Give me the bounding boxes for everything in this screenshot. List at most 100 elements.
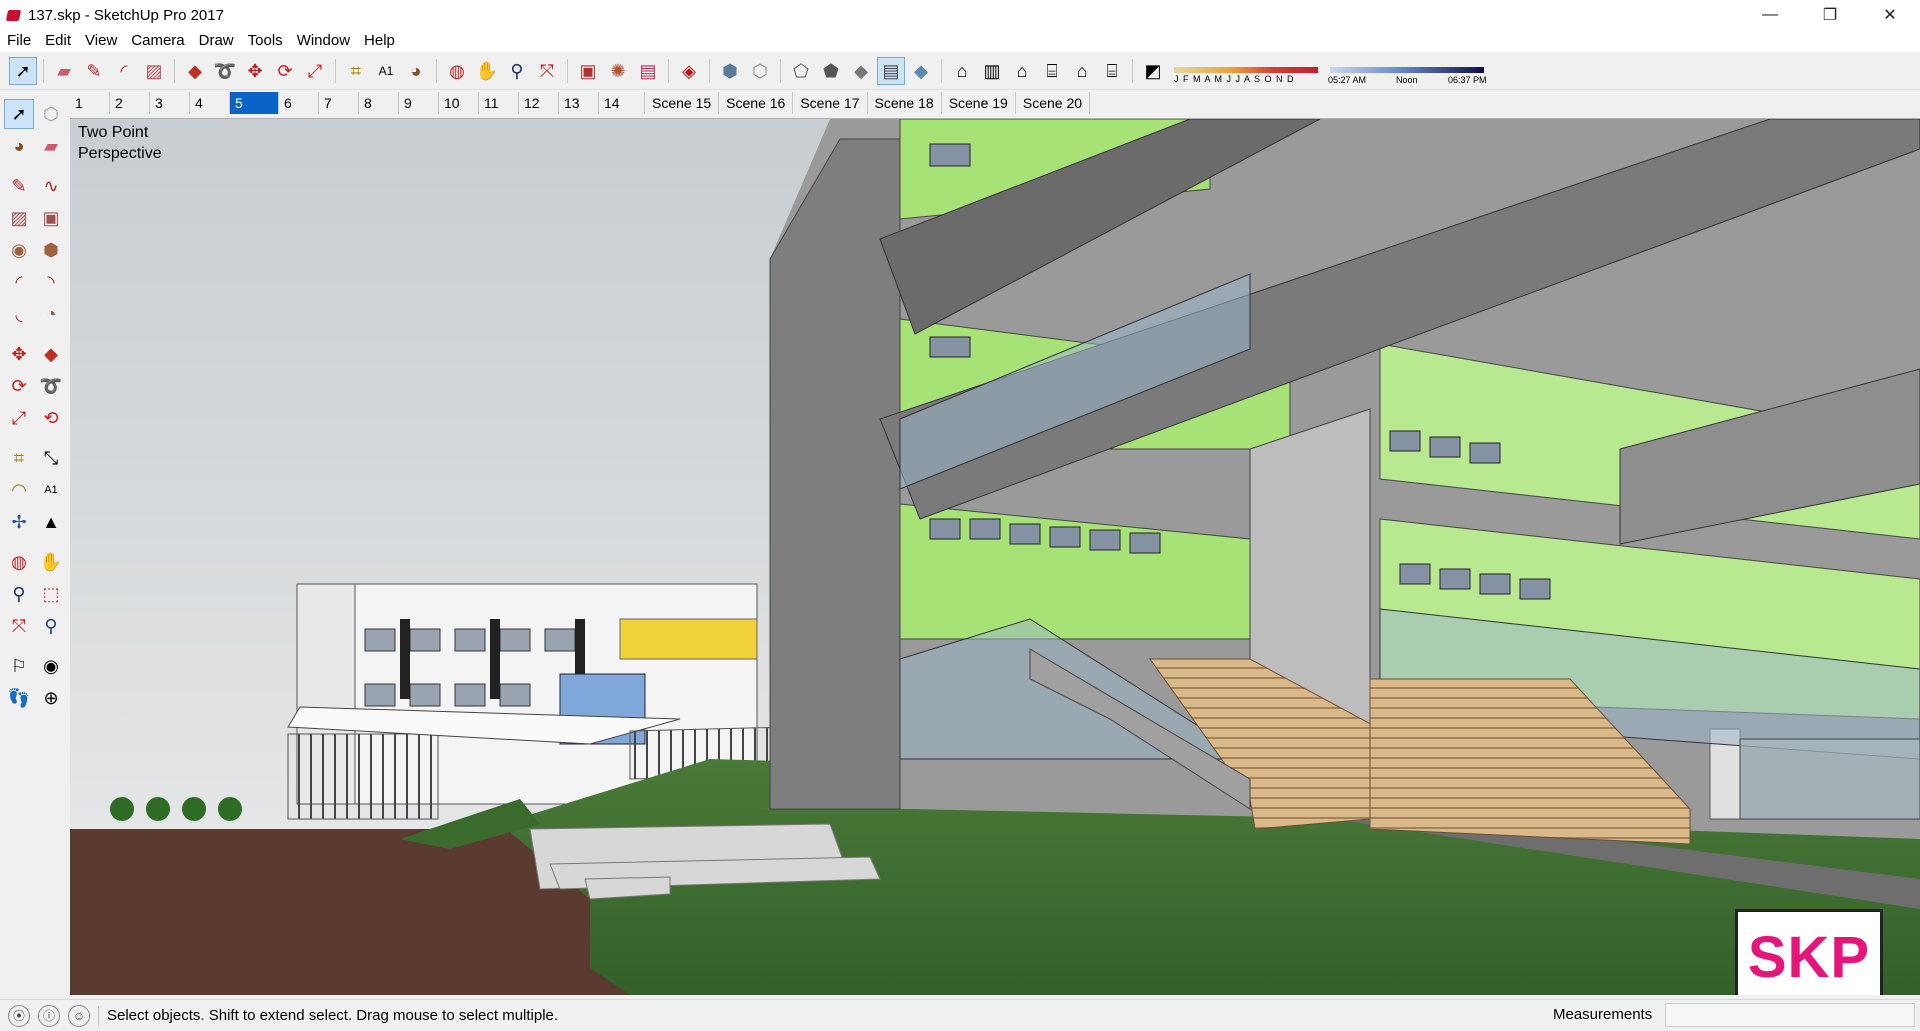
zoom-icon[interactable]: ⚲ — [5, 580, 33, 608]
push-pull-icon[interactable]: ◆ — [37, 340, 65, 368]
send-to-layout-icon[interactable]: ▤ — [635, 58, 661, 84]
menu-file[interactable]: File — [0, 30, 38, 52]
orbit-icon[interactable]: ◍ — [444, 58, 470, 84]
freehand-icon[interactable]: ∿ — [37, 172, 65, 200]
scale-icon[interactable]: ⤢ — [302, 58, 328, 84]
orbit-icon[interactable]: ◍ — [5, 548, 33, 576]
scene-tab[interactable]: 3 — [150, 92, 190, 114]
menu-draw[interactable]: Draw — [192, 30, 241, 52]
component-icon[interactable]: ⬡ — [37, 100, 65, 128]
follow-me-icon[interactable]: ➰ — [212, 58, 238, 84]
menu-help[interactable]: Help — [357, 30, 402, 52]
iso-view-icon[interactable]: ⌂ — [949, 58, 975, 84]
select-tool-icon[interactable]: ➚ — [4, 99, 34, 129]
scene-tab[interactable]: 9 — [399, 92, 439, 114]
minimize-button[interactable]: — — [1740, 0, 1800, 30]
menu-camera[interactable]: Camera — [124, 30, 191, 52]
back-edges-icon[interactable]: ⬡ — [747, 58, 773, 84]
restore-button[interactable]: ❐ — [1800, 0, 1860, 30]
dimension-icon[interactable]: ⤡ — [37, 444, 65, 472]
two-point-arc-icon[interactable]: ◝ — [37, 268, 65, 296]
line-tool-icon[interactable]: ✎ — [5, 172, 33, 200]
follow-me-icon[interactable]: ➰ — [37, 372, 65, 400]
zoom-window-icon[interactable]: ⬚ — [37, 580, 65, 608]
scene-tab[interactable]: 4 — [190, 92, 230, 114]
zoom-extents-icon[interactable]: ⤧ — [5, 612, 33, 640]
3d-text-icon[interactable]: ▲ — [37, 508, 65, 536]
protractor-icon[interactable]: ◠ — [5, 476, 33, 504]
text-tool-icon[interactable]: A1 — [37, 476, 65, 504]
menu-tools[interactable]: Tools — [241, 30, 290, 52]
monochrome-icon[interactable]: ◆ — [908, 58, 934, 84]
tape-measure-icon[interactable]: ⌗ — [343, 58, 369, 84]
pan-icon[interactable]: ✋ — [37, 548, 65, 576]
offset-icon[interactable]: ⟲ — [37, 404, 65, 432]
paint-bucket-icon[interactable]: ◕ — [403, 58, 429, 84]
extension-warehouse-icon[interactable]: ✺ — [605, 58, 631, 84]
paint-bucket-icon[interactable]: ◕ — [5, 132, 33, 160]
zoom-icon[interactable]: ⚲ — [504, 58, 530, 84]
scene-tab[interactable]: Scene 19 — [942, 92, 1016, 114]
scene-tab[interactable]: 14 — [599, 92, 645, 114]
hidden-line-icon[interactable]: ⬟ — [818, 58, 844, 84]
eraser-icon[interactable]: ▰ — [51, 58, 77, 84]
rotated-rectangle-icon[interactable]: ▣ — [37, 204, 65, 232]
arc-icon[interactable]: ◜ — [5, 268, 33, 296]
user-account-icon[interactable]: ☺ — [68, 1004, 90, 1027]
push-pull-icon[interactable]: ◆ — [182, 58, 208, 84]
polygon-icon[interactable]: ⬢ — [37, 236, 65, 264]
shaded-icon[interactable]: ◆ — [848, 58, 874, 84]
top-view-icon[interactable]: ▥ — [979, 58, 1005, 84]
text-tool-icon[interactable]: A1 — [373, 58, 399, 84]
scene-tab[interactable]: 11 — [479, 92, 519, 114]
scene-tab-active[interactable]: 5 — [230, 92, 279, 114]
section-plane-icon[interactable]: ⊕ — [37, 684, 65, 712]
scene-tab[interactable]: Scene 17 — [793, 92, 868, 114]
scene-tab[interactable]: 7 — [319, 92, 359, 114]
scene-tab[interactable]: 12 — [519, 92, 559, 114]
tape-measure-icon[interactable]: ⌗ — [5, 444, 33, 472]
shaded-textures-icon[interactable]: ▤ — [877, 56, 905, 85]
pan-icon[interactable]: ✋ — [474, 58, 500, 84]
scene-tab[interactable]: 6 — [279, 92, 319, 114]
select-tool-icon[interactable]: ➚ — [9, 56, 37, 85]
model-viewport[interactable]: Two Point Perspective SKP — [70, 118, 1920, 995]
circle-icon[interactable]: ◉ — [5, 236, 33, 264]
position-camera-icon[interactable]: ⚐ — [5, 652, 33, 680]
scene-tab[interactable]: 1 — [70, 92, 110, 114]
rotate-icon[interactable]: ⟳ — [5, 372, 33, 400]
ruby-icon[interactable]: ◈ — [676, 58, 702, 84]
menu-window[interactable]: Window — [290, 30, 357, 52]
back-view-icon[interactable]: ⌂ — [1069, 58, 1095, 84]
scene-tab[interactable]: Scene 18 — [868, 92, 942, 114]
zoom-extents-icon[interactable]: ⤧ — [534, 58, 560, 84]
close-button[interactable]: ✕ — [1860, 0, 1920, 30]
rotate-icon[interactable]: ⟳ — [272, 58, 298, 84]
line-tool-icon[interactable]: ✎ — [81, 58, 107, 84]
scene-tab[interactable]: 10 — [439, 92, 479, 114]
warehouse-icon[interactable]: ▣ — [575, 58, 601, 84]
front-view-icon[interactable]: ⌂ — [1009, 58, 1035, 84]
measurements-input[interactable] — [1665, 1003, 1915, 1027]
wireframe-icon[interactable]: ⬠ — [788, 58, 814, 84]
previous-view-icon[interactable]: ⚲ — [37, 612, 65, 640]
shadow-time-slider[interactable]: 05:27 AM Noon 06:37 PM — [1328, 56, 1488, 86]
shadows-toggle-icon[interactable]: ◩ — [1140, 58, 1166, 84]
credits-icon[interactable]: ⓘ — [38, 1004, 60, 1027]
three-point-arc-icon[interactable]: ◟ — [5, 300, 33, 328]
pie-icon[interactable]: ◔ — [37, 300, 65, 328]
scene-tab[interactable]: 13 — [559, 92, 599, 114]
scene-tab[interactable]: 2 — [110, 92, 150, 114]
shape-tool-icon[interactable]: ▨ — [141, 58, 167, 84]
scene-tab[interactable]: Scene 15 — [645, 92, 720, 114]
scene-tab[interactable]: Scene 16 — [719, 92, 794, 114]
right-view-icon[interactable]: ⌸ — [1039, 58, 1065, 84]
move-icon[interactable]: ✥ — [5, 340, 33, 368]
rectangle-icon[interactable]: ▨ — [5, 204, 33, 232]
move-icon[interactable]: ✥ — [242, 58, 268, 84]
left-view-icon[interactable]: ⌸ — [1099, 58, 1125, 84]
scale-icon[interactable]: ⤢ — [5, 404, 33, 432]
scene-tab[interactable]: 8 — [359, 92, 399, 114]
shadow-date-slider[interactable]: J F M A M J J A S O N D — [1172, 56, 1322, 86]
look-around-icon[interactable]: ◉ — [37, 652, 65, 680]
